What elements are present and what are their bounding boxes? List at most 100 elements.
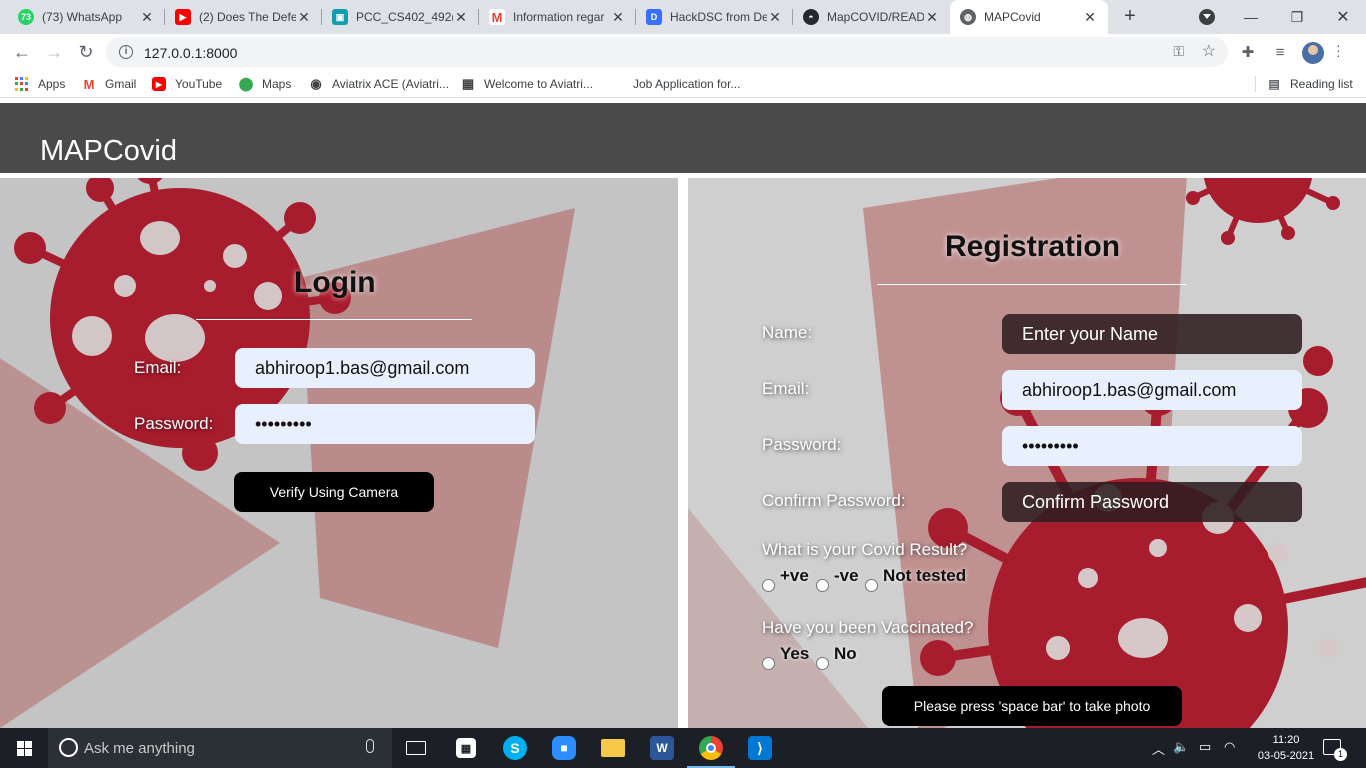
bookmark-label: Gmail <box>105 77 137 91</box>
tab-title: PCC_CS402_492(2 <box>356 10 453 24</box>
reading-list-button[interactable]: ▤ Reading list <box>1267 75 1352 93</box>
new-tab-button[interactable]: + <box>1118 4 1142 28</box>
close-tab-icon[interactable]: ✕ <box>139 9 155 26</box>
app-brand[interactable]: MAPCovid <box>40 135 177 168</box>
task-view-button[interactable] <box>392 728 440 768</box>
show-hidden-icons-icon[interactable]: ︿ <box>1152 739 1165 758</box>
tab-youtube[interactable]: ▶ (2) Does The Defe ✕ <box>165 0 322 34</box>
reg-email-input[interactable] <box>1002 370 1302 410</box>
tab-classroom[interactable]: ▣ PCC_CS402_492(2 ✕ <box>322 0 479 34</box>
browser-tab-strip: 73 (73) WhatsApp ✕ ▶ (2) Does The Defe ✕… <box>0 0 1366 34</box>
app-header: MAPCovid <box>0 103 1366 173</box>
task-view-icon <box>406 741 426 755</box>
volume-icon[interactable]: 🔈 <box>1173 739 1189 755</box>
covid-not-tested-radio[interactable] <box>865 579 878 592</box>
notification-center-icon[interactable]: 1 <box>1323 739 1347 761</box>
bookmark-gmail[interactable]: M Gmail <box>82 75 137 93</box>
vaccinated-yes-radio[interactable] <box>762 657 775 670</box>
covid-negative-radio[interactable] <box>816 579 829 592</box>
bookmark-youtube[interactable]: ▶ YouTube <box>152 75 222 93</box>
vaccinated-no-radio[interactable] <box>816 657 829 670</box>
taskbar-search[interactable]: Ask me anything <box>48 728 392 768</box>
file-explorer-app[interactable] <box>589 728 637 768</box>
tab-title: (73) WhatsApp <box>42 10 123 24</box>
battery-icon[interactable]: ▭ <box>1199 739 1211 755</box>
url-text[interactable]: 127.0.0.1:8000 <box>144 45 237 61</box>
system-clock[interactable]: 11:20 03-05-2021 <box>1256 732 1316 764</box>
covid-positive-radio[interactable] <box>762 579 775 592</box>
reload-icon[interactable]: ↻ <box>72 38 100 66</box>
bookmark-apps[interactable]: Apps <box>15 75 65 93</box>
media-control-icon[interactable]: ≡ <box>1270 42 1290 62</box>
store-app[interactable]: ▦ <box>442 728 490 768</box>
tab-title: (2) Does The Defe <box>199 10 296 24</box>
reg-name-input[interactable] <box>1002 314 1302 354</box>
vaccinated-question: Have you been Vaccinated? <box>762 618 974 637</box>
whatsapp-icon: 73 <box>18 9 34 25</box>
kebab-menu-icon[interactable]: · · · <box>1336 38 1341 62</box>
tab-mapcovid[interactable]: ◍ MAPCovid ✕ <box>950 0 1108 34</box>
login-email-input[interactable] <box>235 348 535 388</box>
windows-taskbar: Ask me anything ▦ S ■ W ⟩ ︿ 🔈 ▭ ◠ 11:20 … <box>0 728 1366 768</box>
covid-negative-label: -ve <box>834 566 859 585</box>
bookmark-star-icon[interactable]: ☆ <box>1202 41 1216 61</box>
gmail-icon: M <box>83 76 95 92</box>
restore-button[interactable]: ❐ <box>1274 0 1320 34</box>
tab-devfolio[interactable]: D HackDSC from De ✕ <box>636 0 793 34</box>
reg-name-label: Name: <box>762 323 813 342</box>
back-arrow-icon[interactable]: ← <box>8 38 36 66</box>
chrome-app[interactable] <box>687 728 735 768</box>
tab-github[interactable]: ◓ MapCOVID/READ ✕ <box>793 0 950 34</box>
bookmark-job-application[interactable]: Job Application for... <box>610 75 740 93</box>
bookmark-aviatrix-ace[interactable]: ◉ Aviatrix ACE (Aviatri... <box>309 75 449 93</box>
key-icon[interactable]: ⚿ <box>1173 43 1184 60</box>
github-icon: ◓ <box>803 9 819 25</box>
wifi-icon[interactable]: ◠ <box>1224 739 1235 755</box>
apps-grid-icon <box>15 77 29 91</box>
zoom-app[interactable]: ■ <box>540 728 588 768</box>
minimize-button[interactable]: — <box>1228 0 1274 34</box>
word-app[interactable]: W <box>638 728 686 768</box>
microphone-icon[interactable] <box>366 739 374 753</box>
globe-icon: ◍ <box>960 9 976 25</box>
vscode-app[interactable]: ⟩ <box>736 728 784 768</box>
verify-camera-button[interactable]: Verify Using Camera <box>234 472 434 512</box>
browser-toolbar: ← → ↻ i 127.0.0.1:8000 ⚿ ☆ ✚ ≡ · · · <box>0 34 1366 70</box>
take-photo-button[interactable]: Please press 'space bar' to take photo <box>882 686 1182 726</box>
close-tab-icon[interactable]: ✕ <box>453 9 469 26</box>
close-tab-icon[interactable]: ✕ <box>296 9 312 26</box>
bookmark-maps[interactable]: ⬤ Maps <box>238 75 292 93</box>
skype-app[interactable]: S <box>491 728 539 768</box>
virus-background-illustration <box>0 178 678 728</box>
vaccinated-yes-label: Yes <box>780 644 810 663</box>
login-title: Login <box>294 266 376 299</box>
extensions-puzzle-icon[interactable]: ✚ <box>1238 42 1258 62</box>
maps-pin-icon: ⬤ <box>238 76 254 91</box>
profile-avatar[interactable] <box>1302 42 1324 64</box>
close-tab-icon[interactable]: ✕ <box>610 9 626 26</box>
tab-gmail[interactable]: M Information regar ✕ <box>479 0 636 34</box>
forward-arrow-icon[interactable]: → <box>40 38 68 66</box>
cortana-icon <box>59 738 78 757</box>
close-tab-icon[interactable]: ✕ <box>1082 9 1098 26</box>
tab-search-icon[interactable] <box>1199 9 1215 25</box>
gmail-icon: M <box>489 9 505 25</box>
tab-whatsapp[interactable]: 73 (73) WhatsApp ✕ <box>8 0 165 34</box>
reg-confirm-password-input[interactable] <box>1002 482 1302 522</box>
close-tab-icon[interactable]: ✕ <box>924 9 940 26</box>
covid-result-question: What is your Covid Result? <box>762 540 968 559</box>
taskbar-search-placeholder: Ask me anything <box>84 740 195 757</box>
bookmark-welcome-aviatrix[interactable]: ▦ Welcome to Aviatri... <box>461 75 593 93</box>
start-button[interactable] <box>0 728 48 768</box>
address-bar[interactable]: i 127.0.0.1:8000 ⚿ ☆ <box>106 37 1228 67</box>
clock-date: 03-05-2021 <box>1257 750 1315 762</box>
tab-title: MAPCovid <box>984 10 1041 24</box>
reg-password-input[interactable]: ••••••••• <box>1002 426 1302 466</box>
close-tab-icon[interactable]: ✕ <box>767 9 783 26</box>
login-password-input[interactable]: ••••••••• <box>235 404 535 444</box>
youtube-icon: ▶ <box>175 9 191 25</box>
close-window-button[interactable]: ✕ <box>1320 0 1366 34</box>
web-page: MAPCovid Login Email: abhiroop1.bas@gmai… <box>0 98 1366 728</box>
site-info-icon[interactable]: i <box>119 45 133 59</box>
skype-icon: S <box>503 736 527 760</box>
